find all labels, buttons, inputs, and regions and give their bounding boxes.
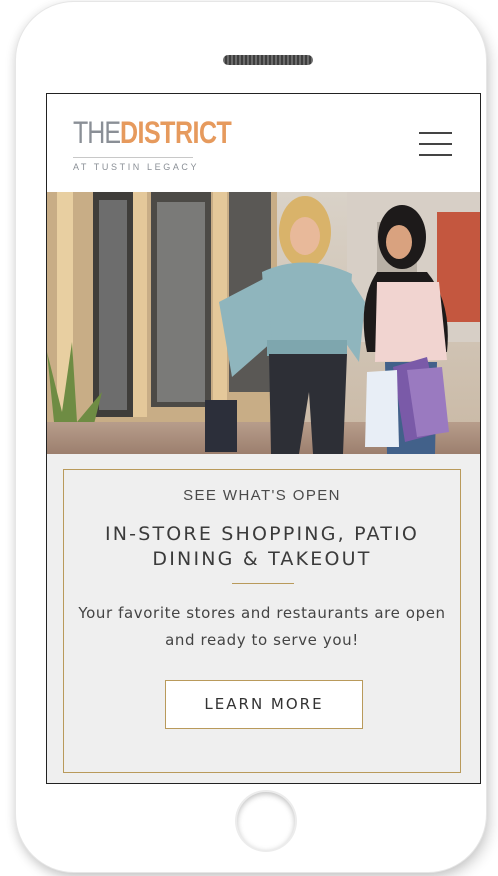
phone-frame: THEDISTRICT AT TUSTIN LEGACY SEE WHAT'S … bbox=[16, 2, 486, 872]
promo-body-text: Your favorite stores and restaurants are… bbox=[78, 604, 446, 649]
learn-more-button[interactable]: LEARN MORE bbox=[165, 680, 363, 729]
menu-line-bottom bbox=[419, 154, 452, 156]
promo-card: SEE WHAT'S OPEN IN-STORE SHOPPING, PATIO… bbox=[63, 469, 461, 773]
logo-divider bbox=[73, 157, 193, 158]
logo-subtitle: AT TUSTIN LEGACY bbox=[73, 162, 200, 172]
hamburger-menu-icon[interactable] bbox=[419, 130, 453, 160]
promo-divider bbox=[232, 583, 294, 584]
menu-line-middle bbox=[419, 143, 452, 145]
promo-section: SEE WHAT'S OPEN IN-STORE SHOPPING, PATIO… bbox=[47, 454, 480, 783]
logo-district: DISTRICT bbox=[120, 115, 232, 151]
hero-photo-illustration bbox=[47, 192, 480, 454]
site-header: THEDISTRICT AT TUSTIN LEGACY bbox=[47, 94, 480, 192]
logo-wordmark: THEDISTRICT bbox=[73, 116, 232, 151]
hero-image bbox=[47, 192, 480, 454]
mobile-screen: THEDISTRICT AT TUSTIN LEGACY SEE WHAT'S … bbox=[46, 93, 481, 784]
phone-speaker bbox=[223, 55, 313, 65]
promo-eyebrow: SEE WHAT'S OPEN bbox=[183, 487, 341, 504]
logo-the: THE bbox=[73, 115, 121, 151]
phone-home-button bbox=[237, 792, 295, 850]
menu-line-top bbox=[419, 132, 452, 134]
promo-heading: IN-STORE SHOPPING, PATIO DINING & TAKEOU… bbox=[104, 523, 420, 570]
site-logo[interactable]: THEDISTRICT AT TUSTIN LEGACY bbox=[73, 116, 232, 172]
